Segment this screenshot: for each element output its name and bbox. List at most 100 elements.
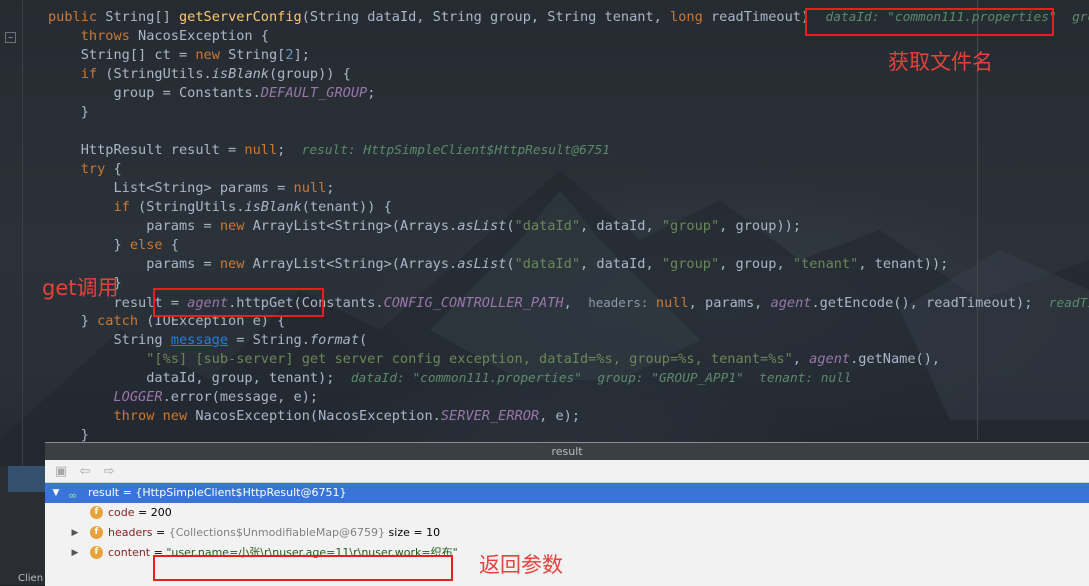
field-name: content [108,546,151,559]
code-token: (group)) { [269,66,351,82]
code-token: (String dataId, String group, String ten… [301,9,671,25]
code-token: public [48,9,106,25]
code-token: result: HttpSimpleClient$HttpResult@6751 [301,143,610,158]
code-line[interactable]: throws NacosException { [48,27,269,46]
code-token: SERVER_ERROR [440,408,540,424]
code-token: (StringUtils. [138,199,245,215]
code-token: try [48,161,114,177]
field-name: headers [108,526,153,539]
code-token: isBlank [211,66,269,82]
code-line[interactable]: if (StringUtils.isBlank(group)) { [48,65,351,84]
code-token: null [655,295,689,311]
code-line[interactable]: String message = String.format( [48,331,367,350]
code-line[interactable]: group = Constants.DEFAULT_GROUP; [48,84,375,103]
code-token: ( [506,256,515,272]
tree-row-code[interactable]: f code = 200 [45,503,1089,523]
code-token: 2 [285,47,294,63]
code-token: new [219,218,253,234]
annotation-filename: 获取文件名 [888,50,993,74]
code-line[interactable]: try { [48,160,122,179]
code-token: , dataId, [580,256,662,272]
collapsed-arrow-icon[interactable]: ▶ [70,543,80,563]
code-token: .getName(), [850,351,941,367]
code-token: ArrayList<String>(Arrays. [252,218,458,234]
code-token: DEFAULT_GROUP [260,85,368,101]
code-token: isBlank [244,199,302,215]
code-token: long [670,9,711,25]
fold-icon[interactable]: − [5,32,16,43]
code-token: headers: [588,295,656,310]
code-token: getServerConfig [178,9,302,25]
code-token: "group" [661,256,720,272]
code-token: dataId: "common111.properties" group: "G… [350,371,852,386]
code-token: null [293,180,327,196]
code-token: NacosException(NacosException. [195,408,441,424]
code-token: agent [770,295,812,311]
code-token: , params, [688,295,771,311]
frames-icon[interactable]: ▣ [53,464,69,479]
code-line[interactable]: } else { [48,236,179,255]
field-size: size = 10 [385,526,441,539]
code-token: ; [277,142,302,158]
code-token: asList [457,218,507,234]
code-token: } [48,237,130,253]
code-token: agent [809,351,851,367]
code-token: LOGGER [48,389,163,405]
code-token: } [48,104,89,120]
code-token: ]; [293,47,310,63]
tab-highlight [8,466,45,492]
code-token: (StringUtils. [105,66,212,82]
code-token: format [309,332,360,348]
expanded-arrow-icon[interactable]: ▼ [51,483,61,503]
code-token: , e); [539,408,580,424]
code-token: readTimeout [1048,296,1089,311]
field-icon: f [90,506,103,519]
code-line[interactable]: throw new NacosException(NacosException.… [48,407,580,426]
code-line[interactable]: List<String> params = null; [48,179,334,198]
code-token: group = Constants. [48,85,261,101]
code-token: params = [48,256,220,272]
code-line[interactable]: "[%s] [sub-server] get server config exc… [48,350,940,369]
debugger-variables-panel: result ▣ ⇦ ⇨ ▼ ∞ result = {HttpSimpleCli… [45,442,1089,586]
code-token: .getEncode(), readTimeout); [811,295,1049,311]
code-token: message [170,332,229,348]
code-token: String[ [228,47,286,63]
code-line[interactable]: } [48,103,89,122]
code-token: if [48,66,106,82]
code-line[interactable]: HttpResult result = null; result: HttpSi… [48,141,610,160]
code-token: "dataId" [514,218,581,234]
code-token: , group, [719,256,793,272]
field-value: {Collections$UnmodifiableMap@6759} [168,526,386,539]
code-token: throw new [48,408,196,424]
code-token: , group)); [719,218,801,234]
code-token: NacosException { [138,28,269,44]
code-line[interactable]: params = new ArrayList<String>(Arrays.as… [48,217,801,236]
code-line[interactable]: dataId, group, tenant); dataId: "common1… [48,369,852,388]
code-line[interactable]: String[] ct = new String[2]; [48,46,310,65]
code-token: ; [326,180,335,196]
variable-value: {HttpSimpleClient$HttpResult@6751} [135,486,347,499]
annotation-return-params: 返回参数 [479,553,563,577]
code-token: ; [367,85,376,101]
code-token: { [170,237,179,253]
code-token: ( [359,332,368,348]
code-token: CONFIG_CONTROLLER_PATH [383,295,564,311]
code-token: "group" [661,218,720,234]
code-token: } [48,313,98,329]
forward-icon[interactable]: ⇨ [101,464,117,479]
code-line[interactable]: params = new ArrayList<String>(Arrays.as… [48,255,948,274]
code-token: , [563,295,589,311]
tool-strip-label: Clien [18,573,44,584]
editor-gutter: − [0,0,23,470]
tree-row-result[interactable]: ▼ ∞ result = {HttpSimpleClient$HttpResul… [45,483,1089,503]
collapsed-arrow-icon[interactable]: ▶ [70,523,80,543]
tree-row-headers[interactable]: ▶ f headers = {Collections$UnmodifiableM… [45,523,1089,543]
field-name: code [108,506,135,519]
code-token: String[] ct = [48,47,196,63]
code-line[interactable]: LOGGER.error(message, e); [48,388,318,407]
back-icon[interactable]: ⇦ [77,464,93,479]
code-line[interactable]: if (StringUtils.isBlank(tenant)) { [48,198,391,217]
code-token: , dataId, [580,218,662,234]
debugger-toolbar: ▣ ⇦ ⇨ [45,460,1089,483]
highlight-box-content [153,555,453,581]
